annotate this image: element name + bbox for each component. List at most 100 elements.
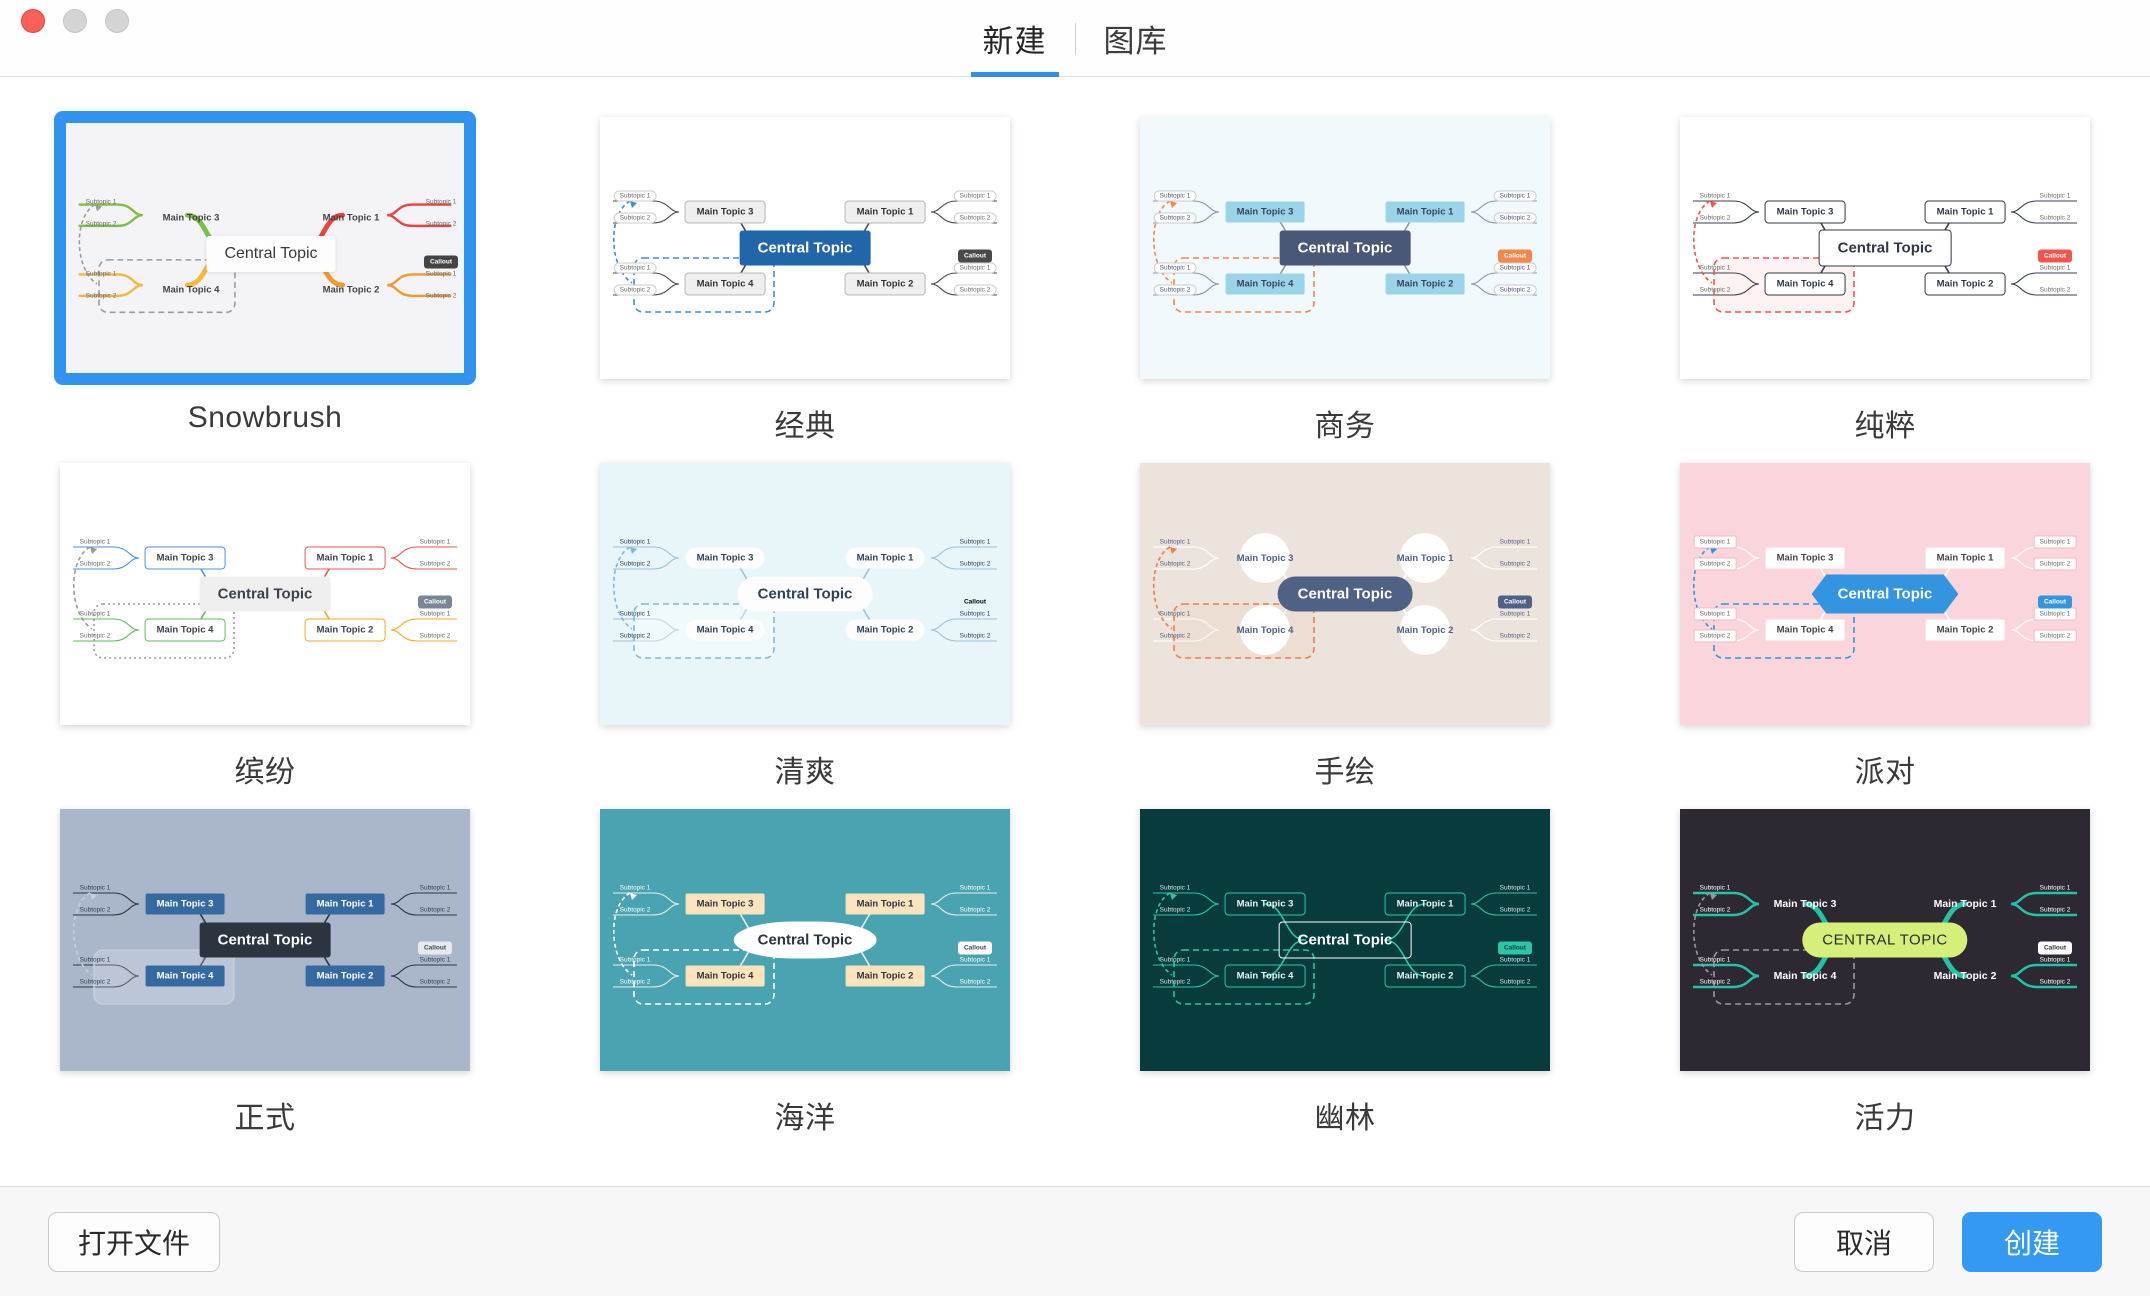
template-thumbnail-ocean[interactable]: Main Topic 1 Main Topic 2 Main Topic 3 Main… xyxy=(600,809,1010,1071)
template-grid: Main Topic 1 Main Topic 2 Main Topic 3 Main… xyxy=(54,111,2090,1137)
main-topic-node: Main Topic 1 xyxy=(304,546,386,570)
template-card-classic[interactable]: Main Topic 1 Main Topic 2 Main Topic 3 Main… xyxy=(600,117,1010,445)
template-name: 纯粹 xyxy=(1854,410,1916,443)
callout-badge: Callout xyxy=(1497,941,1533,955)
template-thumbnail-fresh[interactable]: Main Topic 1 Main Topic 2 Main Topic 3 Main… xyxy=(600,463,1010,725)
template-card-party[interactable]: Main Topic 1 Main Topic 2 Main Topic 3 Main… xyxy=(1680,463,2090,791)
subtopic-label: Subtopic 1 xyxy=(419,884,451,892)
mindmap-preview: Main Topic 1 Main Topic 2 Main Topic 3 Main… xyxy=(60,463,470,725)
callout-badge: Callout xyxy=(423,255,459,269)
template-card-snowbrush[interactable]: Main Topic 1 Main Topic 2 Main Topic 3 Main… xyxy=(54,111,476,445)
main-topic-node: Main Topic 2 xyxy=(305,965,385,987)
subtopic-label: Subtopic 2 xyxy=(959,632,991,640)
template-thumbnail-snowbrush[interactable]: Main Topic 1 Main Topic 2 Main Topic 3 Main… xyxy=(54,111,476,385)
callout-badge: Callout xyxy=(1497,249,1533,263)
subtopic-label: Subtopic 1 xyxy=(1159,538,1191,546)
subtopic-label: Subtopic 1 xyxy=(619,610,651,618)
subtopic-label: Subtopic 2 xyxy=(419,632,451,640)
subtopic-label: Subtopic 2 xyxy=(1499,978,1531,986)
template-thumbnail-formal[interactable]: Main Topic 1 Main Topic 2 Main Topic 3 Main… xyxy=(60,809,470,1071)
subtopic-label: Subtopic 1 xyxy=(1493,262,1537,274)
main-topic-node: Main Topic 4 xyxy=(1237,605,1293,655)
mindmap-preview: Main Topic 1 Main Topic 2 Main Topic 3 Main… xyxy=(1680,463,2090,725)
template-thumbnail-vitality[interactable]: Main Topic 1 Main Topic 2 Main Topic 3 Main… xyxy=(1680,809,2090,1071)
tab-bar: 新建 图库 xyxy=(0,0,2150,77)
template-thumbnail-pure[interactable]: Main Topic 1 Main Topic 2 Main Topic 3 Main… xyxy=(1680,117,2090,379)
subtopic-label: Subtopic 2 xyxy=(2039,286,2071,294)
subtopic-label: Subtopic 1 xyxy=(2039,956,2071,964)
mindmap-preview: Main Topic 1 Main Topic 2 Main Topic 3 Main… xyxy=(1140,117,1550,379)
create-button[interactable]: 创建 xyxy=(1962,1211,2102,1272)
tab-new[interactable]: 新建 xyxy=(955,0,1075,77)
main-topic-node: Main Topic 4 xyxy=(1764,272,1846,296)
callout-badge: Callout xyxy=(417,941,453,955)
subtopic-label: Subtopic 2 xyxy=(953,212,997,224)
subtopic-label: Subtopic 1 xyxy=(1699,264,1731,272)
subtopic-label: Subtopic 1 xyxy=(959,538,991,546)
cancel-button[interactable]: 取消 xyxy=(1794,1211,1934,1272)
subtopic-label: Subtopic 2 xyxy=(613,212,657,224)
central-topic-node: Central Topic xyxy=(739,230,871,266)
template-card-ocean[interactable]: Main Topic 1 Main Topic 2 Main Topic 3 Main… xyxy=(600,809,1010,1137)
template-card-colorful[interactable]: Main Topic 1 Main Topic 2 Main Topic 3 Main… xyxy=(60,463,470,791)
template-thumbnail-handdrawn[interactable]: Main Topic 1 Main Topic 2 Main Topic 3 Main… xyxy=(1140,463,1550,725)
template-thumbnail-business[interactable]: Main Topic 1 Main Topic 2 Main Topic 3 Main… xyxy=(1140,117,1550,379)
template-name: 清爽 xyxy=(774,756,836,789)
subtopic-label: Subtopic 2 xyxy=(1699,286,1731,294)
main-topic-node: Main Topic 3 xyxy=(1765,547,1845,569)
tab-gallery[interactable]: 图库 xyxy=(1076,0,1196,77)
template-thumbnail-classic[interactable]: Main Topic 1 Main Topic 2 Main Topic 3 Main… xyxy=(600,117,1010,379)
subtopic-label: Subtopic 1 xyxy=(419,956,451,964)
template-card-pure[interactable]: Main Topic 1 Main Topic 2 Main Topic 3 Main… xyxy=(1680,117,2090,445)
template-card-deepforest[interactable]: Main Topic 1 Main Topic 2 Main Topic 3 Main… xyxy=(1140,809,1550,1137)
subtopic-label: Subtopic 2 xyxy=(85,220,117,228)
title-bar: 新建 图库 xyxy=(0,0,2150,77)
template-card-vitality[interactable]: Main Topic 1 Main Topic 2 Main Topic 3 Main… xyxy=(1680,809,2090,1137)
subtopic-label: Subtopic 2 xyxy=(79,632,111,640)
template-card-fresh[interactable]: Main Topic 1 Main Topic 2 Main Topic 3 Main… xyxy=(600,463,1010,791)
main-topic-node: Main Topic 3 xyxy=(162,212,220,224)
template-card-handdrawn[interactable]: Main Topic 1 Main Topic 2 Main Topic 3 Main… xyxy=(1140,463,1550,791)
template-name: 海洋 xyxy=(774,1102,836,1135)
subtopic-label: Subtopic 1 xyxy=(1699,192,1731,200)
main-topic-node: Main Topic 1 xyxy=(1397,533,1453,583)
open-file-button[interactable]: 打开文件 xyxy=(48,1211,220,1272)
main-topic-node: Main Topic 3 xyxy=(685,547,765,569)
template-name: 正式 xyxy=(234,1102,296,1135)
central-topic-node: Central Topic xyxy=(1811,574,1959,614)
central-topic-node: CENTRAL TOPIC xyxy=(1802,922,1968,958)
main-topic-node: Main Topic 2 xyxy=(322,284,380,296)
template-card-formal[interactable]: Main Topic 1 Main Topic 2 Main Topic 3 Main… xyxy=(60,809,470,1137)
subtopic-label: Subtopic 2 xyxy=(2033,629,2077,643)
subtopic-label: Subtopic 2 xyxy=(619,632,651,640)
subtopic-label: Subtopic 2 xyxy=(959,560,991,568)
subtopic-label: Subtopic 2 xyxy=(1153,212,1197,224)
main-topic-node: Main Topic 4 xyxy=(1765,619,1845,641)
central-topic-node: Central Topic xyxy=(199,922,331,958)
main-topic-node: Main Topic 3 xyxy=(145,893,225,915)
subtopic-label: Subtopic 2 xyxy=(1693,629,1737,643)
template-thumbnail-party[interactable]: Main Topic 1 Main Topic 2 Main Topic 3 Main… xyxy=(1680,463,2090,725)
subtopic-label: Subtopic 1 xyxy=(1693,535,1737,549)
callout-badge: Callout xyxy=(957,249,993,263)
main-topic-node: Main Topic 3 xyxy=(1224,892,1306,916)
template-thumbnail-deepforest[interactable]: Main Topic 1 Main Topic 2 Main Topic 3 Main… xyxy=(1140,809,1550,1071)
template-card-business[interactable]: Main Topic 1 Main Topic 2 Main Topic 3 Main… xyxy=(1140,117,1550,445)
callout-badge: Callout xyxy=(1497,595,1533,609)
mindmap-preview: Main Topic 1 Main Topic 2 Main Topic 3 Main… xyxy=(600,809,1010,1071)
main-topic-node: Main Topic 1 xyxy=(1385,201,1465,223)
subtopic-label: Subtopic 2 xyxy=(1159,906,1191,914)
main-topic-node: Main Topic 4 xyxy=(1773,970,1837,982)
main-topic-node: Main Topic 4 xyxy=(684,272,766,296)
main-topic-node: Main Topic 2 xyxy=(1925,619,2005,641)
central-topic-node: Central Topic xyxy=(206,236,336,272)
callout-badge: Callout xyxy=(417,595,453,609)
mindmap-preview: Main Topic 1 Main Topic 2 Main Topic 3 Main… xyxy=(60,809,470,1071)
main-topic-node: Main Topic 1 xyxy=(1384,892,1466,916)
template-thumbnail-colorful[interactable]: Main Topic 1 Main Topic 2 Main Topic 3 Main… xyxy=(60,463,470,725)
main-topic-node: Main Topic 1 xyxy=(322,212,380,224)
subtopic-label: Subtopic 1 xyxy=(419,538,451,546)
mindmap-preview: Main Topic 1 Main Topic 2 Main Topic 3 Main… xyxy=(66,123,464,373)
subtopic-label: Subtopic 1 xyxy=(2039,884,2071,892)
main-topic-node: Main Topic 1 xyxy=(845,893,925,915)
